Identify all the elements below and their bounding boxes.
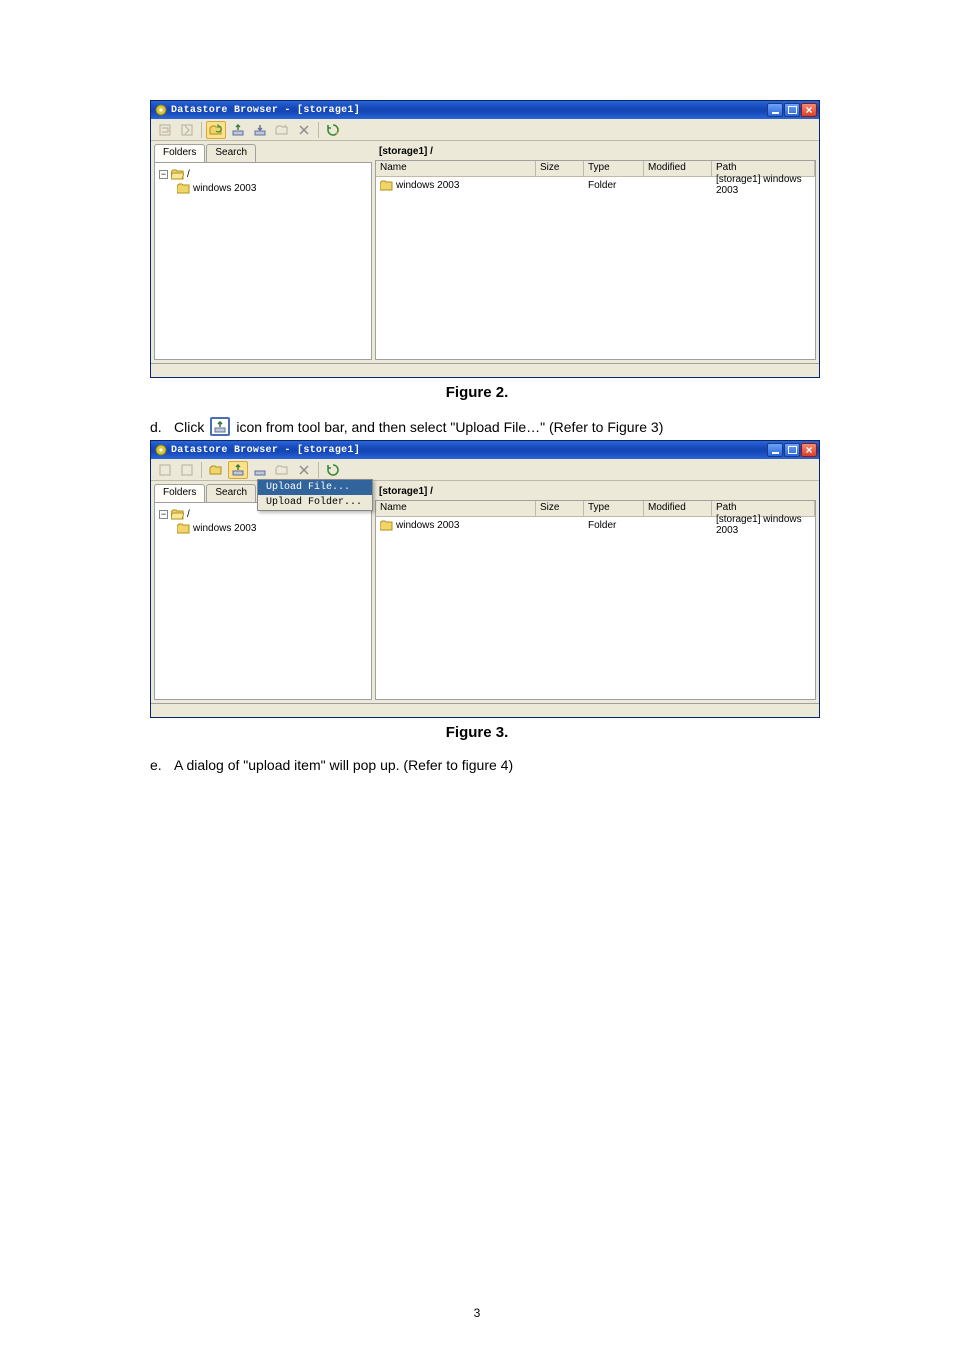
tab-search[interactable]: Search	[206, 484, 256, 502]
folder-tree: − / windows 2003	[154, 162, 372, 360]
instr-d-letter: d.	[150, 419, 168, 435]
close-button[interactable]	[801, 103, 817, 117]
tab-folders[interactable]: Folders	[154, 144, 205, 162]
datastore-window-fig3: Datastore Browser - [storage1] Upload Fi…	[150, 440, 820, 718]
delete-icon[interactable]	[294, 461, 314, 479]
nav-back-icon[interactable]	[155, 461, 175, 479]
delete-icon[interactable]	[294, 121, 314, 139]
menu-upload-file[interactable]: Upload File...	[258, 480, 372, 495]
status-bar	[151, 363, 819, 377]
tree-root[interactable]: − /	[159, 167, 367, 181]
menu-upload-folder[interactable]: Upload Folder...	[258, 495, 372, 510]
cell-type: Folder	[584, 180, 644, 191]
tree-child-label: windows 2003	[193, 183, 256, 194]
nav-open-icon[interactable]	[177, 121, 197, 139]
upload-icon[interactable]	[228, 461, 248, 479]
instruction-d: d. Click icon from tool bar, and then se…	[150, 417, 804, 436]
instr-e-text: A dialog of "upload item" will pop up. (…	[174, 757, 513, 773]
folder-icon	[380, 520, 393, 531]
folder-refresh-icon[interactable]	[206, 121, 226, 139]
breadcrumb: [storage1] /	[375, 484, 816, 500]
cell-name: windows 2003	[396, 180, 459, 191]
nav-back-icon[interactable]	[155, 121, 175, 139]
upload-context-menu: Upload File... Upload Folder...	[257, 479, 373, 511]
upload-icon[interactable]	[228, 121, 248, 139]
folder-icon	[177, 523, 190, 534]
new-folder-icon[interactable]	[272, 461, 292, 479]
figure3-caption: Figure 3.	[150, 724, 804, 741]
folder-open-icon	[171, 509, 184, 520]
col-modified-header[interactable]: Modified	[644, 501, 712, 516]
cell-path: [storage1] windows 2003	[712, 174, 815, 196]
cell-type: Folder	[584, 520, 644, 531]
datastore-window-fig2: Datastore Browser - [storage1] * Fold	[150, 100, 820, 378]
instr-e-letter: e.	[150, 757, 168, 773]
tab-folders[interactable]: Folders	[154, 484, 205, 502]
minimize-button[interactable]	[767, 103, 783, 117]
col-name-header[interactable]: Name	[376, 161, 536, 176]
col-name-header[interactable]: Name	[376, 501, 536, 516]
tree-child[interactable]: windows 2003	[159, 521, 367, 535]
refresh-icon[interactable]	[323, 461, 343, 479]
col-modified-header[interactable]: Modified	[644, 161, 712, 176]
status-bar	[151, 703, 819, 717]
table-row[interactable]: windows 2003 Folder [storage1] windows 2…	[376, 517, 815, 533]
toolbar: *	[151, 119, 819, 141]
download-icon[interactable]	[250, 121, 270, 139]
window-title: Datastore Browser - [storage1]	[171, 105, 360, 116]
col-size-header[interactable]: Size	[536, 161, 584, 176]
title-bar: Datastore Browser - [storage1]	[151, 101, 819, 119]
table-row[interactable]: windows 2003 Folder [storage1] windows 2…	[376, 177, 815, 193]
instr-d-pre: Click	[174, 419, 204, 435]
maximize-button[interactable]	[784, 103, 800, 117]
refresh-icon[interactable]	[323, 121, 343, 139]
folder-icon	[177, 183, 190, 194]
upload-icon	[210, 417, 230, 436]
file-grid: Name Size Type Modified Path windows 200…	[375, 500, 816, 700]
folder-open-icon	[171, 169, 184, 180]
expander-minus-icon[interactable]: −	[159, 510, 168, 519]
nav-open-icon[interactable]	[177, 461, 197, 479]
minimize-button[interactable]	[767, 443, 783, 457]
tree-child[interactable]: windows 2003	[159, 181, 367, 195]
col-type-header[interactable]: Type	[584, 501, 644, 516]
col-size-header[interactable]: Size	[536, 501, 584, 516]
tree-root-label: /	[187, 509, 190, 520]
folder-icon	[380, 180, 393, 191]
cell-path: [storage1] windows 2003	[712, 514, 815, 536]
folder-tree: − / windows 2003	[154, 502, 372, 700]
cell-name: windows 2003	[396, 520, 459, 531]
app-icon	[155, 104, 167, 116]
figure2-caption: Figure 2.	[150, 384, 804, 401]
download-icon[interactable]	[250, 461, 270, 479]
app-icon	[155, 444, 167, 456]
new-folder-icon[interactable]: *	[272, 121, 292, 139]
window-title: Datastore Browser - [storage1]	[171, 445, 360, 456]
toolbar	[151, 459, 819, 481]
page-number: 3	[0, 1306, 954, 1320]
file-grid: Name Size Type Modified Path windows 200…	[375, 160, 816, 360]
tree-root-label: /	[187, 169, 190, 180]
folder-refresh-icon[interactable]	[206, 461, 226, 479]
instr-d-post: icon from tool bar, and then select "Upl…	[236, 419, 663, 435]
tab-search[interactable]: Search	[206, 144, 256, 162]
expander-minus-icon[interactable]: −	[159, 170, 168, 179]
close-button[interactable]	[801, 443, 817, 457]
tree-child-label: windows 2003	[193, 523, 256, 534]
breadcrumb: [storage1] /	[375, 144, 816, 160]
title-bar: Datastore Browser - [storage1]	[151, 441, 819, 459]
maximize-button[interactable]	[784, 443, 800, 457]
instruction-e: e. A dialog of "upload item" will pop up…	[150, 757, 804, 773]
col-type-header[interactable]: Type	[584, 161, 644, 176]
